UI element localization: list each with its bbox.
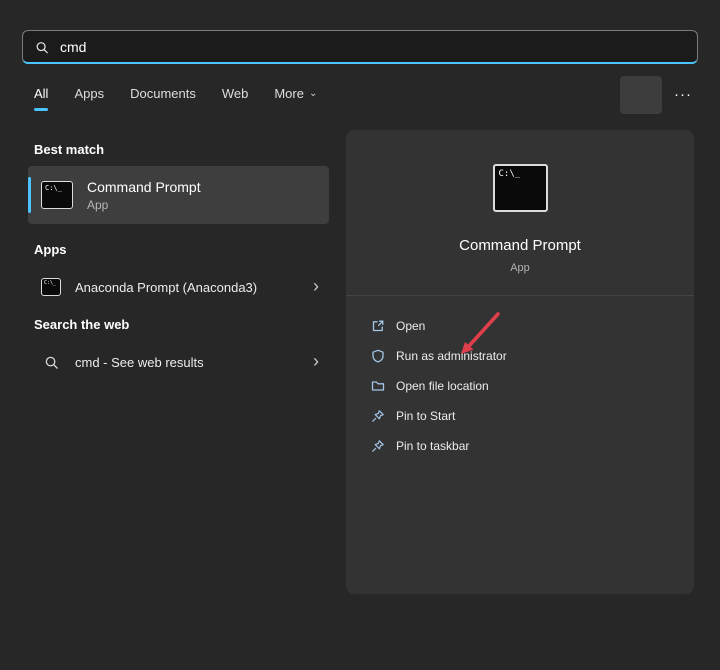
tab-label: All	[34, 86, 48, 101]
tab-label: Documents	[130, 86, 196, 101]
best-match-result[interactable]: C:\_ Command Prompt App	[28, 166, 329, 224]
tab-label: More	[274, 86, 304, 101]
search-value: cmd	[60, 39, 86, 55]
section-heading-apps: Apps	[34, 242, 67, 257]
chevron-right-icon[interactable]: ›	[313, 277, 319, 298]
chevron-right-icon[interactable]: ›	[313, 352, 319, 373]
command-prompt-icon-large: C:\_	[493, 164, 548, 212]
selection-indicator	[28, 177, 31, 213]
action-label: Run as administrator	[396, 349, 507, 363]
preview-title: Command Prompt	[346, 237, 694, 254]
more-options-button[interactable]: ···	[666, 84, 700, 108]
divider	[346, 295, 694, 296]
tab-all[interactable]: All	[34, 86, 48, 111]
windows-search-panel: cmd All Apps Documents Web More ⌄ ··· Be…	[0, 0, 720, 670]
command-prompt-icon: C:\_	[41, 181, 73, 209]
tab-web[interactable]: Web	[222, 86, 249, 111]
cmd-icon-glyph: C:\_	[499, 169, 521, 179]
action-pin-to-start[interactable]: Pin to Start	[346, 401, 694, 431]
tab-more[interactable]: More ⌄	[274, 86, 317, 111]
action-pin-to-taskbar[interactable]: Pin to taskbar	[346, 431, 694, 461]
result-title: Command Prompt	[87, 179, 201, 195]
action-label: Pin to taskbar	[396, 439, 469, 453]
result-text: Command Prompt App	[87, 179, 201, 212]
action-label: Open file location	[396, 379, 489, 393]
admin-shield-icon	[371, 349, 385, 363]
action-list: Open Run as administrator Open file loca…	[346, 311, 694, 461]
section-heading-best-match: Best match	[34, 142, 104, 157]
account-button[interactable]	[620, 76, 662, 114]
pin-icon	[371, 439, 385, 453]
tab-label: Web	[222, 86, 249, 101]
folder-icon	[371, 379, 385, 393]
search-icon	[41, 355, 61, 370]
cmd-icon-glyph: C:\_	[45, 184, 62, 192]
action-open-file-location[interactable]: Open file location	[346, 371, 694, 401]
pin-icon	[371, 409, 385, 423]
preview-pane: C:\_ Command Prompt App Open	[346, 130, 694, 594]
preview-subtitle: App	[346, 262, 694, 274]
tab-apps[interactable]: Apps	[74, 86, 104, 111]
filter-tabs: All Apps Documents Web More ⌄	[34, 86, 317, 111]
tab-label: Apps	[74, 86, 104, 101]
result-subtitle: App	[87, 198, 201, 212]
open-icon	[371, 319, 385, 333]
search-input[interactable]: cmd	[22, 30, 698, 64]
list-item-web-search[interactable]: cmd - See web results ›	[28, 343, 329, 381]
list-item-anaconda-prompt[interactable]: C:\_ Anaconda Prompt (Anaconda3) ›	[28, 268, 329, 306]
section-heading-web: Search the web	[34, 317, 129, 332]
action-label: Open	[396, 319, 425, 333]
action-open[interactable]: Open	[346, 311, 694, 341]
cmd-icon-glyph: C:\_	[44, 280, 56, 286]
list-item-label: Anaconda Prompt (Anaconda3)	[75, 280, 257, 295]
search-icon	[35, 40, 49, 54]
anaconda-prompt-icon: C:\_	[41, 278, 61, 296]
list-item-label: cmd - See web results	[75, 355, 204, 370]
action-label: Pin to Start	[396, 409, 455, 423]
chevron-down-icon: ⌄	[309, 88, 317, 99]
tab-documents[interactable]: Documents	[130, 86, 196, 111]
action-run-as-administrator[interactable]: Run as administrator	[346, 341, 694, 371]
